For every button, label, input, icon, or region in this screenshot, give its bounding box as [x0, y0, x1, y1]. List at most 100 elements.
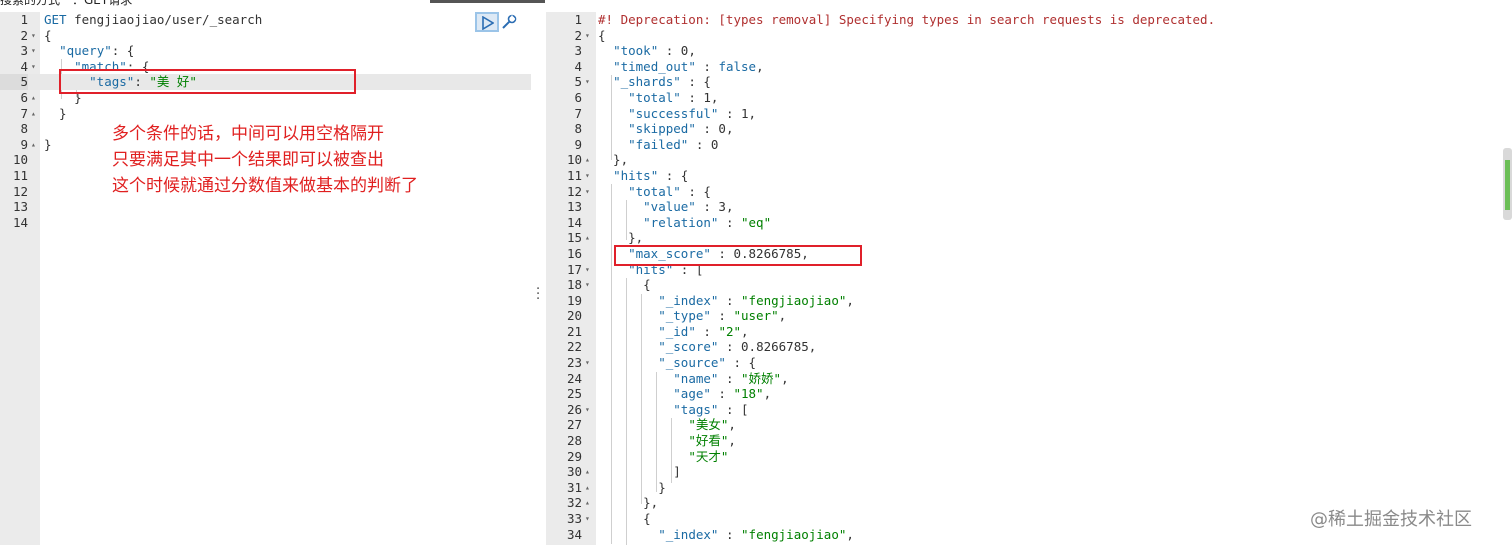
code-token: ] — [598, 464, 681, 480]
fold-close-icon[interactable]: ▴ — [31, 137, 36, 153]
code-token: "failed" — [628, 136, 689, 152]
wrench-icon[interactable] — [500, 13, 518, 31]
code-token: : { — [111, 43, 135, 59]
fold-close-icon[interactable]: ▴ — [31, 90, 36, 106]
response-line: 4 "timed_out" : false, — [546, 59, 1512, 75]
fold-open-icon[interactable]: ▾ — [585, 355, 590, 371]
pane-splitter[interactable] — [531, 12, 546, 545]
drag-handle-icon[interactable]: · · · — [536, 283, 540, 306]
response-line: 22 "_score" : 0.8266785, — [546, 339, 1512, 355]
line-number: 16 — [566, 245, 582, 261]
code-text: } — [44, 137, 52, 153]
code-token: "skipped" — [628, 121, 696, 137]
response-line: 1 #! Deprecation: [types removal] Specify… — [546, 12, 1512, 28]
line-number: 32 — [566, 495, 582, 511]
fold-close-icon[interactable]: ▴ — [31, 106, 36, 122]
code-token: fengjiaojiao/user/_search — [74, 12, 263, 27]
code-token: "tags" — [673, 401, 719, 417]
fold-close-icon[interactable]: ▴ — [585, 464, 590, 480]
response-line: 25 "age" : "18", — [546, 386, 1512, 402]
code-text: "total" : { — [598, 184, 711, 200]
fold-open-icon[interactable]: ▾ — [31, 28, 36, 44]
request-line: 13 — [0, 199, 531, 215]
annotation-box-max-score — [614, 245, 862, 266]
line-number: 20 — [566, 308, 582, 324]
line-number: 28 — [566, 433, 582, 449]
line-number: 22 — [566, 339, 582, 355]
code-text: "name" : "娇娇", — [598, 370, 789, 387]
fold-open-icon[interactable]: ▾ — [585, 262, 590, 278]
code-text: #! Deprecation: [types removal] Specifyi… — [598, 12, 1215, 28]
response-line: 3 "took" : 0, — [546, 43, 1512, 59]
code-token: , — [781, 370, 789, 386]
fold-open-icon[interactable]: ▾ — [585, 402, 590, 418]
fold-close-icon[interactable]: ▴ — [585, 495, 590, 511]
fold-close-icon[interactable]: ▴ — [585, 480, 590, 496]
code-token: "hits" — [613, 167, 659, 183]
fold-open-icon[interactable]: ▾ — [585, 184, 590, 200]
response-viewer[interactable]: 1 #! Deprecation: [types removal] Specify… — [546, 12, 1512, 545]
code-token: , — [741, 323, 749, 339]
fold-close-icon[interactable]: ▴ — [585, 152, 590, 168]
code-token: "_shards" — [613, 74, 681, 90]
fold-open-icon[interactable]: ▾ — [31, 43, 36, 59]
code-token: : — [718, 339, 742, 355]
run-request-button[interactable] — [475, 12, 499, 32]
code-text: } — [44, 106, 67, 122]
code-text: "failed" : 0 — [598, 137, 718, 153]
line-number: 23 — [566, 355, 582, 371]
line-number: 1 — [574, 12, 582, 27]
line-number: 5 — [0, 74, 28, 90]
code-token: "_source" — [658, 355, 726, 371]
line-number: 12 — [12, 183, 28, 199]
fold-close-icon[interactable]: ▴ — [585, 230, 590, 246]
code-token: : { — [725, 355, 757, 371]
fold-open-icon[interactable]: ▾ — [31, 59, 36, 75]
response-line: 26 ▾ "tags" : [ — [546, 402, 1512, 418]
response-line: 20 "_type" : "user", — [546, 308, 1512, 324]
code-token: , — [748, 105, 757, 121]
fold-open-icon[interactable]: ▾ — [585, 511, 590, 527]
code-text: }, — [598, 495, 658, 511]
code-text: "_score" : 0.8266785, — [598, 339, 816, 355]
response-line: 8 "skipped" : 0, — [546, 121, 1512, 137]
code-token: , — [808, 339, 817, 355]
response-line: 21 "_id" : "2", — [546, 324, 1512, 340]
request-line: 2 ▾ { — [0, 28, 531, 44]
request-line: 1 GET fengjiaojiao/user/_search — [0, 12, 531, 28]
code-token: : — [688, 136, 711, 152]
fold-open-icon[interactable]: ▾ — [585, 28, 590, 44]
code-token: 0.8266785 — [741, 339, 809, 355]
code-token: }, — [598, 230, 644, 246]
line-number: 1 — [20, 12, 28, 27]
fold-open-icon[interactable]: ▾ — [585, 74, 590, 90]
response-line: 13 "value" : 3, — [546, 199, 1512, 215]
code-text: "tags" : [ — [598, 401, 748, 418]
line-number: 21 — [566, 323, 582, 339]
fold-open-icon[interactable]: ▾ — [585, 277, 590, 293]
code-token: { — [598, 27, 606, 43]
fold-open-icon[interactable]: ▾ — [585, 168, 590, 184]
code-token: , — [725, 199, 734, 215]
line-number: 9 — [20, 136, 28, 152]
code-token: "fengjiaojiao" — [741, 526, 847, 542]
scrollbar-marker — [1505, 160, 1510, 210]
request-line: 3 ▾ "query": { — [0, 43, 531, 59]
code-token: }, — [598, 495, 659, 511]
code-token: : — [658, 43, 681, 59]
code-token: , — [846, 292, 854, 308]
code-text: GET fengjiaojiao/user/_search — [44, 12, 262, 28]
code-token: , — [778, 308, 787, 324]
line-number: 6 — [574, 89, 582, 105]
code-token: : { — [680, 183, 711, 199]
